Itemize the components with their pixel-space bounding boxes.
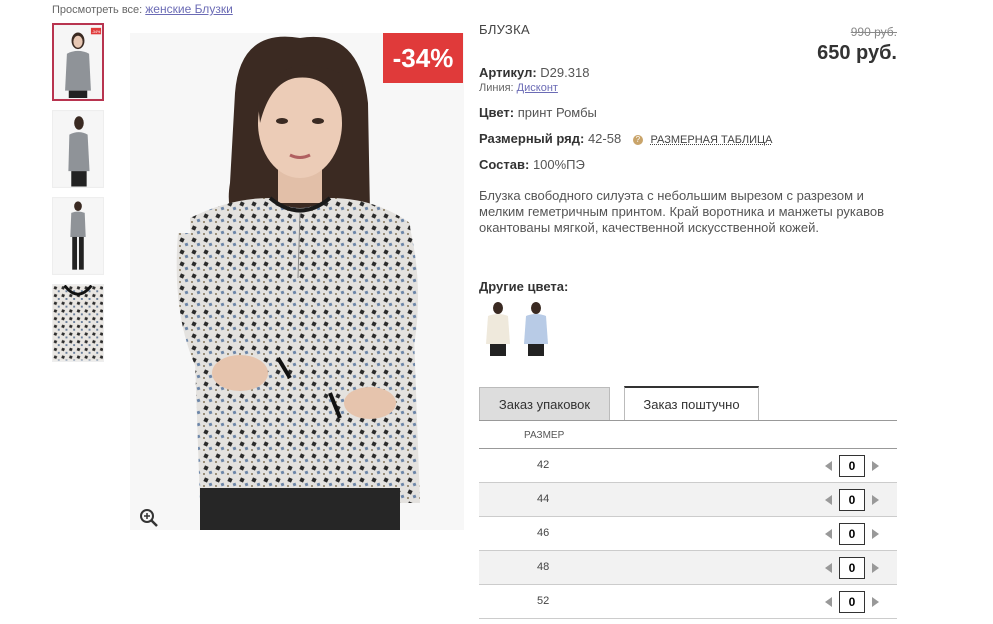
magnifier-plus-icon[interactable] <box>139 508 159 528</box>
old-price: 990 руб. <box>850 25 897 39</box>
discount-badge: -34% <box>383 33 463 83</box>
color-value: принт Ромбы <box>517 105 597 120</box>
breadcrumb: Просмотреть все: женские Блузки <box>52 2 233 16</box>
size-table: РАЗМЕР 42 44 46 48 52 <box>479 420 897 619</box>
composition-label: Состав: <box>479 157 530 172</box>
quantity-input[interactable] <box>839 557 865 579</box>
table-row: 44 <box>479 483 897 517</box>
other-colors-label: Другие цвета: <box>479 279 569 294</box>
size-value: 52 <box>537 595 550 607</box>
thumbnail-list: -34% <box>52 23 104 371</box>
size-range-label: Размерный ряд: <box>479 131 585 146</box>
line-label: Линия: <box>479 82 514 94</box>
color-row: Цвет: принт Ромбы <box>479 105 597 120</box>
arrow-left-icon[interactable] <box>825 495 832 505</box>
thumbnail-front[interactable]: -34% <box>52 23 104 101</box>
tab-piece-order[interactable]: Заказ поштучно <box>624 386 759 420</box>
size-chart-link[interactable]: РАЗМЕРНАЯ ТАБЛИЦА <box>650 134 772 146</box>
article-row: Артикул: D29.318 <box>479 65 589 80</box>
size-value: 42 <box>537 459 550 471</box>
tab-pack-order[interactable]: Заказ упаковок <box>479 387 610 420</box>
main-product-image[interactable] <box>130 33 464 530</box>
arrow-left-icon[interactable] <box>825 529 832 539</box>
size-table-header: РАЗМЕР <box>479 421 897 449</box>
table-row: 42 <box>479 449 897 483</box>
quantity-input[interactable] <box>839 591 865 613</box>
breadcrumb-link[interactable]: женские Блузки <box>145 2 233 16</box>
arrow-right-icon[interactable] <box>872 461 879 471</box>
color-label: Цвет: <box>479 105 515 120</box>
line-link[interactable]: Дисконт <box>517 82 558 94</box>
table-row: 48 <box>479 551 897 585</box>
arrow-right-icon[interactable] <box>872 529 879 539</box>
arrow-right-icon[interactable] <box>872 563 879 573</box>
composition-value: 100%ПЭ <box>532 157 585 172</box>
size-range-row: Размерный ряд: 42-58 ? РАЗМЕРНАЯ ТАБЛИЦА <box>479 131 773 146</box>
article-label: Артикул: <box>479 65 537 80</box>
product-description: Блузка свободного силуэта с небольшим вы… <box>479 188 885 235</box>
quantity-stepper <box>825 455 879 477</box>
color-swatch-cream[interactable] <box>481 300 515 356</box>
color-swatch-light-blue[interactable] <box>519 300 553 356</box>
breadcrumb-prefix: Просмотреть все: <box>52 4 143 16</box>
quantity-stepper <box>825 523 879 545</box>
quantity-stepper <box>825 489 879 511</box>
thumbnail-full[interactable] <box>52 197 104 275</box>
table-row: 52 <box>479 585 897 619</box>
size-value: 48 <box>537 561 550 573</box>
arrow-left-icon[interactable] <box>825 461 832 471</box>
quantity-input[interactable] <box>839 523 865 545</box>
quantity-input[interactable] <box>839 489 865 511</box>
arrow-left-icon[interactable] <box>825 597 832 607</box>
arrow-right-icon[interactable] <box>872 597 879 607</box>
new-price: 650 руб. <box>817 42 897 64</box>
quantity-stepper <box>825 591 879 613</box>
info-circle-icon: ? <box>632 135 643 145</box>
article-value: D29.318 <box>540 65 590 80</box>
composition-row: Состав: 100%ПЭ <box>479 157 585 172</box>
thumbnail-side[interactable] <box>52 110 104 188</box>
table-row: 46 <box>479 517 897 551</box>
size-value: 44 <box>537 493 550 505</box>
thumbnail-badge: -34% <box>92 30 101 34</box>
quantity-input[interactable] <box>839 455 865 477</box>
thumbnail-detail[interactable] <box>52 284 104 362</box>
quantity-stepper <box>825 557 879 579</box>
size-value: 46 <box>537 527 550 539</box>
arrow-left-icon[interactable] <box>825 563 832 573</box>
arrow-right-icon[interactable] <box>872 495 879 505</box>
size-range-value: 42-58 <box>587 131 622 146</box>
line-row: Линия: Дисконт <box>479 82 558 94</box>
